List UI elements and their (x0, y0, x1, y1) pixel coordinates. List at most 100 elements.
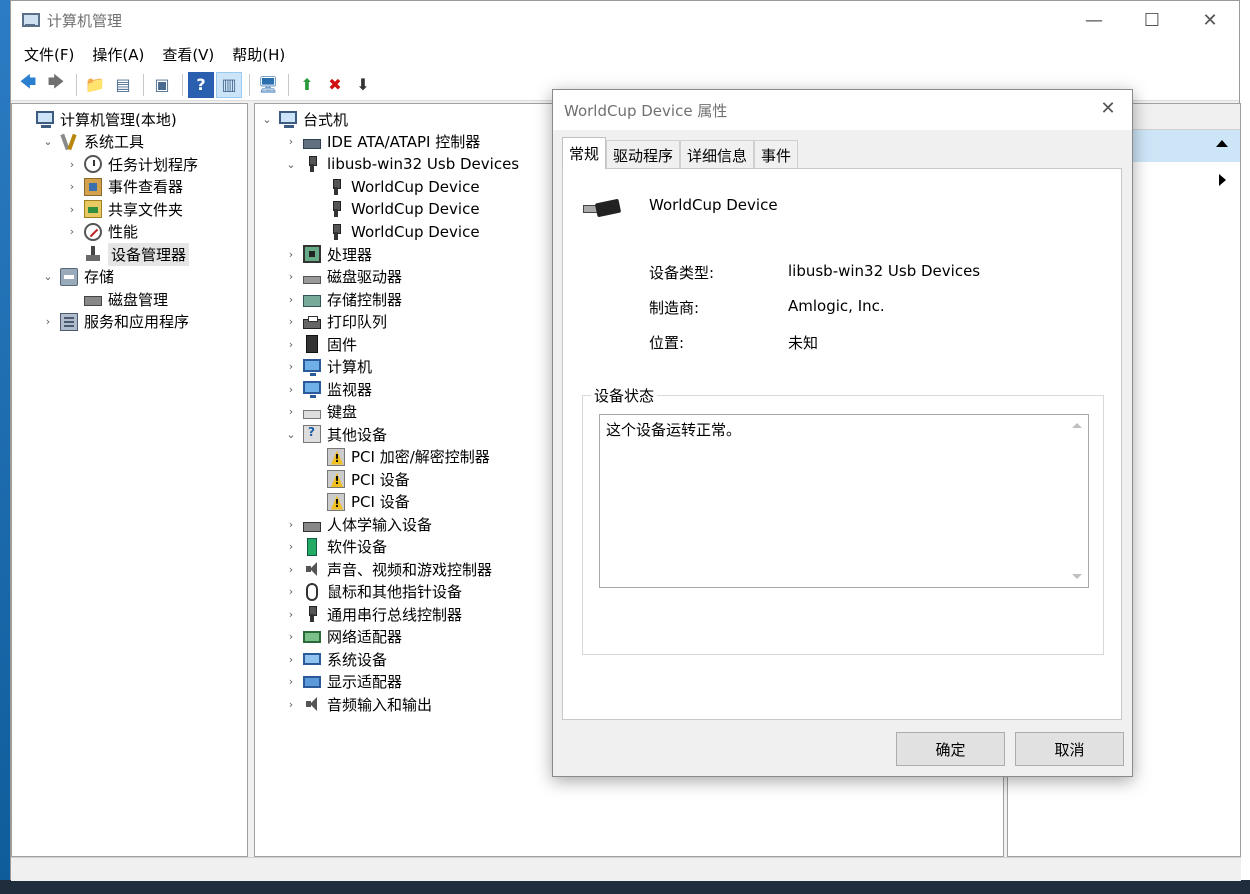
nav-tree-item[interactable]: › 任务计划程序 (66, 153, 198, 175)
display-adapter-icon (303, 675, 321, 688)
expand-chevron-icon[interactable]: › (285, 540, 297, 553)
tab-driver[interactable]: 驱动程序 (606, 140, 681, 170)
maximize-button[interactable]: ☐ (1123, 1, 1181, 39)
expand-chevron-icon[interactable]: › (285, 248, 297, 261)
device-tree-item[interactable]: WorldCup Device (309, 198, 480, 220)
device-tree-item[interactable]: PCI 设备 (309, 491, 410, 513)
disable-device-icon[interactable]: ⬇ (350, 72, 376, 98)
expand-chevron-icon[interactable]: › (285, 315, 297, 328)
expand-chevron-icon[interactable]: › (285, 383, 297, 396)
expand-chevron-icon[interactable]: › (285, 518, 297, 531)
device-tree-item[interactable]: › 监视器 (285, 378, 372, 400)
expand-chevron-icon[interactable]: › (66, 158, 78, 171)
device-tree-item[interactable]: › 处理器 (285, 243, 372, 265)
collapse-chevron-icon[interactable]: ⌄ (42, 270, 54, 283)
dialog-close-button[interactable]: ✕ (1096, 98, 1120, 122)
cancel-button[interactable]: 取消 (1015, 732, 1124, 766)
expand-chevron-icon[interactable]: › (66, 203, 78, 216)
tab-general[interactable]: 常规 (562, 137, 607, 169)
device-tree-item[interactable]: PCI 加密/解密控制器 (309, 446, 490, 468)
expand-chevron-icon[interactable]: › (285, 135, 297, 148)
expand-chevron-icon[interactable]: › (285, 405, 297, 418)
scroll-down-icon[interactable] (1072, 574, 1082, 579)
device-tree-item[interactable]: › 键盘 (285, 401, 357, 423)
help-icon[interactable]: ? (188, 71, 214, 98)
menu-help[interactable]: 帮助(H) (223, 44, 294, 65)
nav-tree-item[interactable]: › 服务和应用程序 (42, 311, 189, 333)
tab-details[interactable]: 详细信息 (680, 140, 755, 170)
expand-chevron-icon[interactable]: › (285, 338, 297, 351)
device-tree-item[interactable]: › 人体学输入设备 (285, 513, 432, 535)
collapse-chevron-icon[interactable]: ⌄ (285, 428, 297, 441)
expand-chevron-icon[interactable]: › (285, 608, 297, 621)
expand-chevron-icon[interactable]: › (285, 698, 297, 711)
expand-chevron-icon[interactable]: › (66, 225, 78, 238)
nav-tree-item[interactable]: › 事件查看器 (66, 176, 183, 198)
storage-icon (60, 267, 78, 286)
update-driver-icon[interactable]: ⬆ (294, 72, 320, 98)
tab-events[interactable]: 事件 (754, 140, 799, 170)
device-tree-item[interactable]: › 计算机 (285, 356, 372, 378)
expand-chevron-icon[interactable]: › (285, 563, 297, 576)
show-hide-tree-icon[interactable]: ▤ (110, 72, 136, 98)
device-tree-item[interactable]: › 网络适配器 (285, 626, 402, 648)
device-tree-item[interactable]: › 打印队列 (285, 311, 387, 333)
scan-hardware-icon[interactable]: 🖥 (255, 72, 281, 98)
nav-tree-item[interactable]: 磁盘管理 (66, 288, 168, 310)
up-folder-icon[interactable]: 📁 (82, 72, 108, 98)
expand-chevron-icon[interactable]: › (285, 675, 297, 688)
menu-action[interactable]: 操作(A) (83, 44, 153, 65)
expand-chevron-icon[interactable]: › (42, 315, 54, 328)
mouse-icon (306, 582, 318, 601)
device-tree-item[interactable]: ⌄ 台式机 (261, 108, 348, 130)
close-button[interactable]: ✕ (1181, 1, 1239, 39)
device-status-textbox[interactable]: 这个设备运转正常。 (599, 414, 1089, 588)
more-actions-arrow-icon[interactable] (1219, 174, 1226, 186)
device-tree-item[interactable]: WorldCup Device (309, 176, 480, 198)
device-tree-item[interactable]: › 系统设备 (285, 648, 387, 670)
minimize-button[interactable]: — (1065, 1, 1123, 39)
collapse-arrow-icon[interactable] (1216, 140, 1228, 147)
scroll-up-icon[interactable] (1072, 423, 1082, 428)
menu-view[interactable]: 查看(V) (153, 44, 223, 65)
ok-button[interactable]: 确定 (896, 732, 1005, 766)
device-tree-item[interactable]: › 固件 (285, 333, 357, 355)
uninstall-device-icon[interactable]: ✖ (322, 72, 348, 98)
expand-chevron-icon[interactable]: › (285, 653, 297, 666)
expand-chevron-icon[interactable]: › (66, 180, 78, 193)
expand-chevron-icon[interactable]: › (285, 293, 297, 306)
collapse-chevron-icon[interactable]: ⌄ (261, 113, 273, 126)
forward-arrow-icon[interactable]: 🡆 (43, 72, 69, 98)
device-tree-item[interactable]: › 显示适配器 (285, 671, 402, 693)
nav-tree-item[interactable]: › 共享文件夹 (66, 198, 183, 220)
nav-tree-item[interactable]: › 性能 (66, 221, 138, 243)
expand-chevron-icon[interactable]: › (285, 585, 297, 598)
expand-chevron-icon[interactable]: › (285, 630, 297, 643)
device-tree-item[interactable]: WorldCup Device (309, 221, 480, 243)
device-tree-item[interactable]: › 鼠标和其他指针设备 (285, 581, 462, 603)
device-tree-item[interactable]: › 软件设备 (285, 536, 387, 558)
expand-chevron-icon[interactable]: › (285, 360, 297, 373)
device-tree-item[interactable]: › 声音、视频和游戏控制器 (285, 558, 492, 580)
device-tree-item[interactable]: › 音频输入和输出 (285, 693, 432, 715)
action-pane-icon[interactable]: ▥ (216, 71, 242, 98)
nav-tree-item[interactable]: 设备管理器 (66, 242, 190, 266)
device-tree-item[interactable]: ⌄ libusb-win32 Usb Devices (285, 153, 519, 175)
menu-file[interactable]: 文件(F) (15, 44, 83, 65)
device-tree-item[interactable]: PCI 设备 (309, 468, 410, 490)
collapse-chevron-icon[interactable]: ⌄ (285, 158, 297, 171)
properties-icon[interactable]: ▣ (149, 72, 175, 98)
device-tree-item[interactable]: ⌄ 其他设备 (285, 423, 387, 445)
device-tree-item[interactable]: › 通用串行总线控制器 (285, 603, 462, 625)
collapse-chevron-icon[interactable]: ⌄ (42, 135, 54, 148)
device-tree-item[interactable]: › IDE ATA/ATAPI 控制器 (285, 131, 480, 153)
nav-tree-item[interactable]: ⌄ 存储 (42, 266, 114, 288)
back-arrow-icon[interactable]: 🡄 (15, 72, 41, 98)
ide-icon (303, 138, 321, 149)
device-tree-item[interactable]: › 存储控制器 (285, 288, 402, 310)
device-tree-item[interactable]: › 磁盘驱动器 (285, 266, 402, 288)
expand-chevron-icon[interactable]: › (285, 270, 297, 283)
nav-tree-item[interactable]: 计算机管理(本地) (18, 108, 177, 130)
nav-tree-item[interactable]: ⌄ 系统工具 (42, 131, 144, 153)
